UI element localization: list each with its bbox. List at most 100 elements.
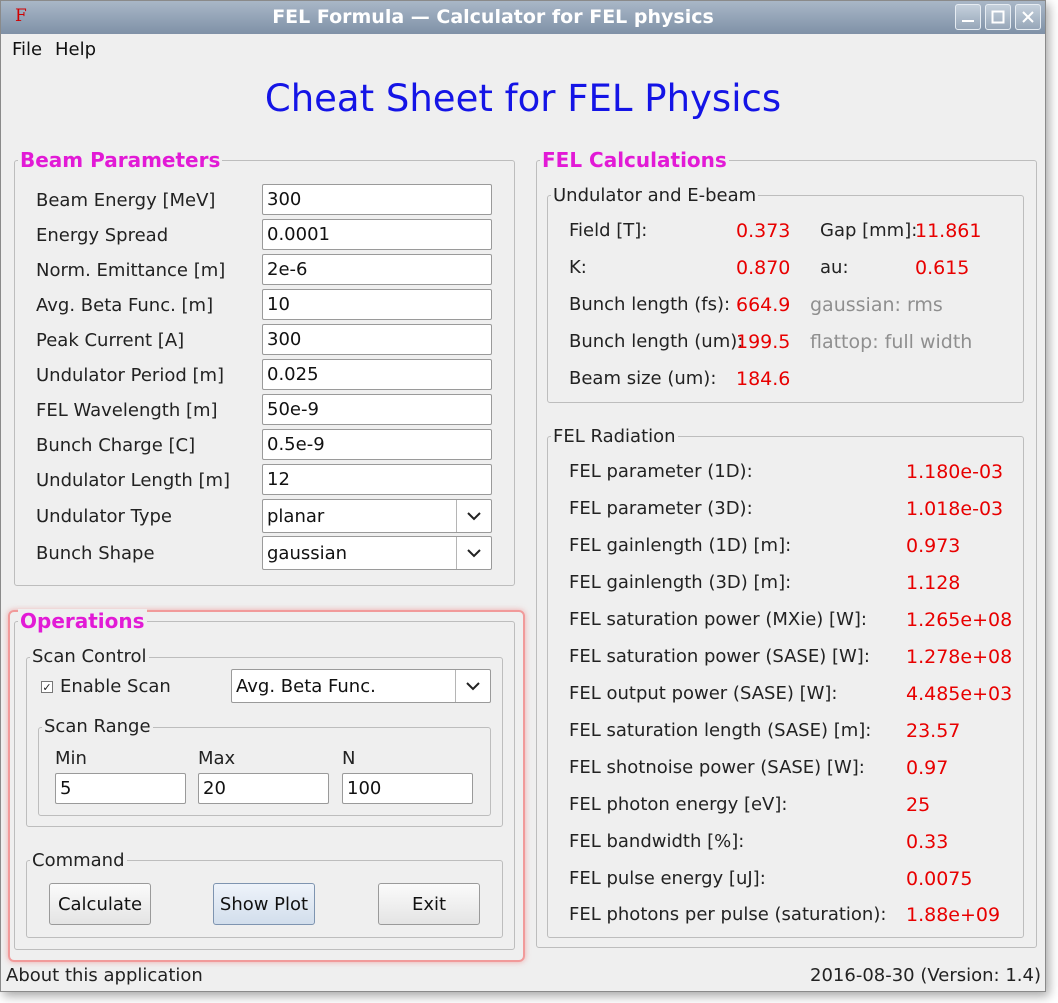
fel-wavelength-input[interactable]: 50e-9	[262, 394, 492, 425]
fel-sat-power-mxie-value: 1.265e+08	[906, 609, 1013, 631]
gap-value: 11.861	[915, 220, 982, 242]
bunch-shape-select[interactable]: gaussian	[262, 536, 492, 570]
app-window: F FEL Formula — Calculator for FEL physi…	[0, 0, 1046, 992]
bunch-length-fs-label: Bunch length (fs):	[569, 294, 731, 315]
fel-bandwidth-value: 0.33	[906, 831, 949, 853]
fel-photons-per-pulse-value: 1.88e+09	[906, 904, 1001, 926]
beam-size-label: Beam size (um):	[569, 368, 717, 389]
enable-scan-label[interactable]: Enable Scan	[60, 676, 171, 697]
undulator-type-select[interactable]: planar	[262, 499, 492, 533]
gap-label: Gap [mm]:	[820, 220, 918, 241]
chevron-down-icon	[456, 500, 491, 532]
k-label: K:	[569, 257, 587, 278]
beam-energy-input[interactable]: 300	[262, 184, 492, 215]
fel-sat-power-sase-value: 1.278e+08	[906, 646, 1013, 668]
fel-sat-power-mxie-label: FEL saturation power (MXie) [W]:	[569, 609, 867, 630]
close-button[interactable]	[1015, 4, 1041, 30]
fel-calculations-title: FEL Calculations	[540, 148, 729, 172]
version-label: 2016-08-30 (Version: 1.4)	[810, 965, 1041, 986]
fel-gainlength-1d-value: 0.973	[906, 535, 961, 557]
norm-emittance-input[interactable]: 2e-6	[262, 254, 492, 285]
fel-pulse-energy-label: FEL pulse energy [uJ]:	[569, 868, 766, 889]
field-value: 0.373	[736, 220, 791, 242]
menu-bar: File Help	[1, 34, 1045, 64]
scan-min-input[interactable]: 5	[55, 773, 186, 804]
scan-range-title: Scan Range	[42, 716, 153, 737]
window-title: FEL Formula — Calculator for FEL physics	[272, 6, 714, 28]
fel-photon-energy-value: 25	[906, 794, 931, 816]
fel-parameter-1d-label: FEL parameter (1D):	[569, 461, 753, 482]
beam-size-value: 184.6	[736, 368, 791, 390]
fel-sat-power-sase-label: FEL saturation power (SASE) [W]:	[569, 646, 870, 667]
scan-n-input[interactable]: 100	[342, 773, 473, 804]
fel-wavelength-label: FEL Wavelength [m]	[36, 400, 218, 421]
undulator-type-value: planar	[267, 505, 325, 527]
maximize-button[interactable]	[985, 4, 1011, 30]
command-title: Command	[30, 850, 127, 871]
enable-scan-checkbox[interactable]: ✓	[41, 681, 53, 693]
fel-pulse-energy-value: 0.0075	[906, 868, 973, 890]
fel-shotnoise-power-value: 0.97	[906, 757, 949, 779]
undulator-length-input[interactable]: 12	[262, 464, 492, 495]
minimize-button[interactable]	[955, 4, 981, 30]
show-plot-button[interactable]: Show Plot	[213, 883, 315, 925]
energy-spread-label: Energy Spread	[36, 225, 169, 246]
close-icon	[1016, 5, 1040, 29]
fel-parameter-3d-label: FEL parameter (3D):	[569, 498, 753, 519]
page-title: Cheat Sheet for FEL Physics	[264, 77, 782, 120]
title-bar[interactable]: F FEL Formula — Calculator for FEL physi…	[1, 1, 1045, 34]
fel-parameter-1d-value: 1.180e-03	[906, 461, 1004, 483]
avg-beta-input[interactable]: 10	[262, 289, 492, 320]
fel-output-power-label: FEL output power (SASE) [W]:	[569, 683, 838, 704]
fel-radiation-title: FEL Radiation	[551, 426, 678, 447]
bunch-shape-value: gaussian	[267, 542, 348, 564]
minimize-icon	[956, 5, 980, 29]
scan-max-input[interactable]: 20	[198, 773, 329, 804]
fel-gainlength-3d-value: 1.128	[906, 572, 961, 594]
undulator-period-label: Undulator Period [m]	[36, 365, 225, 386]
undulator-period-input[interactable]: 0.025	[262, 359, 492, 390]
energy-spread-input[interactable]: 0.0001	[262, 219, 492, 250]
fel-bandwidth-label: FEL bandwidth [%]:	[569, 831, 745, 852]
scan-min-label: Min	[55, 748, 87, 769]
fel-photons-per-pulse-label: FEL photons per pulse (saturation):	[569, 904, 887, 925]
about-link[interactable]: About this application	[6, 965, 203, 986]
bunch-length-um-label: Bunch length (um):	[569, 331, 744, 352]
scan-parameter-select[interactable]: Avg. Beta Func.	[231, 669, 491, 703]
fel-photon-energy-label: FEL photon energy [eV]:	[569, 794, 788, 815]
exit-button[interactable]: Exit	[378, 883, 480, 925]
peak-current-input[interactable]: 300	[262, 324, 492, 355]
chevron-down-icon	[456, 537, 491, 569]
scan-max-label: Max	[198, 748, 236, 769]
peak-current-label: Peak Current [A]	[36, 330, 185, 351]
scan-n-label: N	[342, 748, 356, 769]
fel-shotnoise-power-label: FEL shotnoise power (SASE) [W]:	[569, 757, 865, 778]
menu-help[interactable]: Help	[55, 39, 96, 60]
calculate-button[interactable]: Calculate	[49, 883, 151, 925]
bunch-charge-label: Bunch Charge [C]	[36, 435, 196, 456]
field-label: Field [T]:	[569, 220, 648, 241]
scan-control-title: Scan Control	[30, 646, 149, 667]
chevron-down-icon	[455, 670, 490, 702]
fel-sat-length-label: FEL saturation length (SASE) [m]:	[569, 720, 872, 741]
au-label: au:	[820, 257, 849, 278]
undulator-ebeam-title: Undulator and E-beam	[551, 185, 759, 206]
avg-beta-label: Avg. Beta Func. [m]	[36, 295, 214, 316]
bunch-length-um-note: flattop: full width	[810, 331, 973, 353]
operations-title: Operations	[18, 609, 147, 633]
bunch-length-fs-note: gaussian: rms	[810, 294, 943, 316]
fel-output-power-value: 4.485e+03	[906, 683, 1013, 705]
k-value: 0.870	[736, 257, 791, 279]
norm-emittance-label: Norm. Emittance [m]	[36, 260, 226, 281]
menu-file[interactable]: File	[12, 39, 42, 60]
scan-parameter-value: Avg. Beta Func.	[236, 675, 376, 697]
fel-gainlength-3d-label: FEL gainlength (3D) [m]:	[569, 572, 792, 593]
bunch-charge-input[interactable]: 0.5e-9	[262, 429, 492, 460]
fel-sat-length-value: 23.57	[906, 720, 961, 742]
beam-energy-label: Beam Energy [MeV]	[36, 190, 216, 211]
bunch-length-um-value: 199.5	[736, 331, 791, 353]
undulator-length-label: Undulator Length [m]	[36, 470, 231, 491]
maximize-icon	[986, 5, 1010, 29]
beam-parameters-title: Beam Parameters	[18, 148, 223, 172]
undulator-type-label: Undulator Type	[36, 506, 172, 527]
